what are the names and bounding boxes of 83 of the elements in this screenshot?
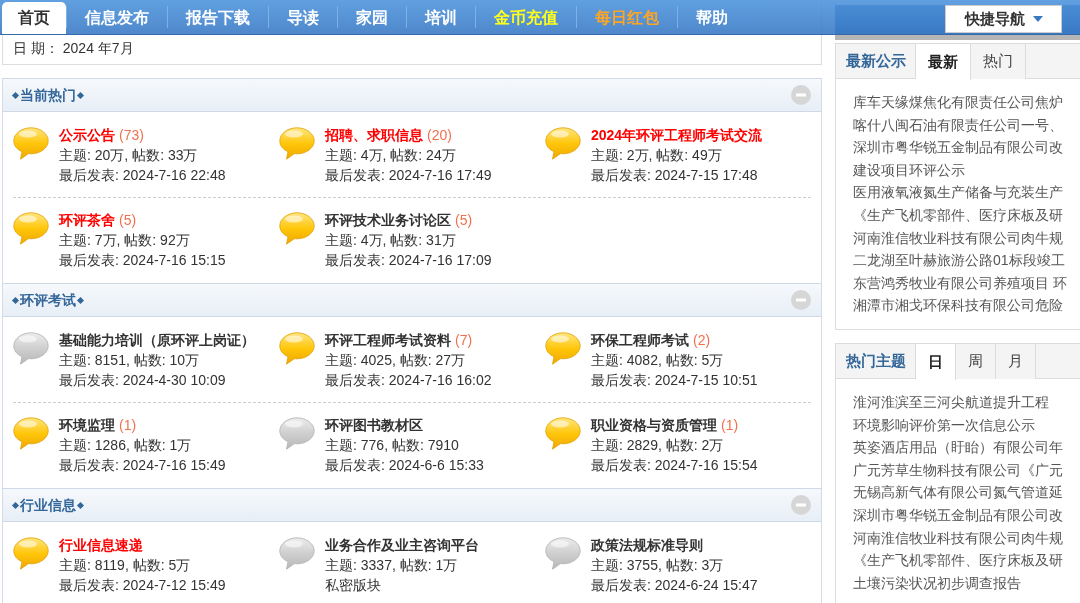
news-link[interactable]: 二龙湖至叶赫旅游公路01标段竣工: [853, 249, 1063, 272]
last-post-text: 最后发表: 2024-7-16 17:49: [325, 166, 492, 185]
forum-stats: 主题: 4025, 帖数: 27万: [325, 351, 467, 370]
news-link[interactable]: 《生产飞机零部件、医疗床板及研: [853, 203, 1063, 227]
new-post-count: (5): [455, 211, 473, 230]
forum-stats: 主题: 20万, 帖数: 33万: [59, 146, 199, 165]
panel-tab[interactable]: 月: [996, 343, 1036, 379]
last-post-text: 私密版块: [325, 576, 382, 595]
date-text: 日 期： 2024 年7月: [13, 40, 134, 56]
news-link[interactable]: 《生产飞机零部件、医疗床板及研: [853, 549, 1063, 572]
section-title: 环评考试: [20, 290, 76, 310]
collapse-icon[interactable]: [791, 85, 811, 105]
quick-nav-button[interactable]: 快捷导航: [945, 5, 1062, 33]
forum-stats: 主题: 8151, 帖数: 10万: [59, 351, 201, 370]
forum-link[interactable]: 环保工程师考试: [591, 330, 689, 350]
panel-tab[interactable]: 周: [956, 343, 996, 379]
forum-stats: 主题: 7万, 帖数: 92万: [59, 231, 191, 250]
forum-link[interactable]: 行业信息速递: [59, 535, 143, 555]
news-link[interactable]: 医用液氧液氮生产储备与充装生产: [853, 181, 1063, 204]
last-post-text: 最后发表: 2024-6-6 15:33: [325, 456, 484, 475]
forum-stats: 主题: 4万, 帖数: 24万: [325, 146, 457, 165]
forum-link[interactable]: 招聘、求职信息: [325, 125, 423, 145]
forum-link[interactable]: 基础能力培训（原环评上岗证）: [59, 330, 255, 350]
new-post-count: (7): [455, 331, 473, 350]
news-link[interactable]: 广元芳草生物科技有限公司《广元: [853, 458, 1063, 482]
last-post-text: 最后发表: 2024-7-15 17:48: [591, 166, 759, 185]
forum-link[interactable]: 环境监理: [59, 415, 115, 435]
forum-link[interactable]: 环评技术业务讨论区: [325, 210, 451, 230]
forum-link[interactable]: 环评图书教材区: [325, 415, 423, 435]
nav-tab[interactable]: 首页: [2, 2, 66, 34]
collapse-icon[interactable]: [791, 290, 811, 310]
news-link[interactable]: 河南淮信牧业科技有限公司肉牛规: [853, 226, 1063, 250]
last-post-text: 最后发表: 2024-7-16 17:09: [325, 251, 492, 270]
last-post-text: 最后发表: 2024-7-16 15:54: [591, 456, 758, 475]
news-link[interactable]: 环境影响评价第一次信息公示: [853, 413, 1063, 437]
forum-stats: 主题: 4082, 帖数: 5万: [591, 351, 725, 370]
last-post-text: 最后发表: 2024-7-12 15:49: [59, 576, 226, 595]
forum-link[interactable]: 环评工程师考试资料: [325, 330, 451, 350]
forum-stats: 主题: 776, 帖数: 7910: [325, 436, 460, 455]
panel-tab[interactable]: 热门: [971, 44, 1026, 79]
last-post-text: 最后发表: 2024-7-16 15:49: [59, 456, 226, 475]
last-post-text: 最后发表: 2024-7-15 10:51: [591, 371, 758, 390]
collapse-icon[interactable]: [791, 495, 811, 515]
forum-link[interactable]: 公示公告: [59, 125, 115, 145]
forum-link[interactable]: 2024年环评工程师考试交流: [591, 125, 763, 145]
new-post-count: (5): [119, 211, 137, 230]
news-link[interactable]: 建设项目环评公示: [853, 158, 1063, 182]
news-link[interactable]: 深圳市粤华锐五金制品有限公司改: [853, 503, 1063, 527]
forum-stats: 主题: 2万, 帖数: 49万: [591, 146, 723, 165]
news-link[interactable]: 无锡高新气体有限公司氮气管道延: [853, 481, 1063, 504]
news-link[interactable]: 库车天缘煤焦化有限责任公司焦炉: [853, 91, 1063, 114]
last-post-text: 最后发表: 2024-7-16 16:02: [325, 371, 492, 390]
last-post-text: 最后发表: 2024-6-24 15:47: [591, 576, 758, 595]
section-title: 行业信息: [20, 495, 76, 515]
forum-link[interactable]: 政策法规标准导则: [591, 535, 703, 555]
new-post-count: (1): [119, 416, 137, 435]
new-post-count: (20): [427, 126, 452, 145]
forum-link[interactable]: 环评茶舍: [59, 210, 115, 230]
panel-tab[interactable]: 最新: [916, 44, 971, 80]
forum-stats: 主题: 3337, 帖数: 1万: [325, 556, 459, 575]
panel-tab[interactable]: 日: [916, 343, 956, 380]
forum-link[interactable]: 职业资格与资质管理: [591, 415, 717, 435]
last-post-text: 最后发表: 2024-7-16 22:48: [59, 166, 226, 185]
news-link[interactable]: 河南淮信牧业科技有限公司肉牛规: [853, 526, 1063, 550]
new-post-count: (2): [693, 331, 711, 350]
news-link[interactable]: 淮河淮滨至三河尖航道提升工程: [853, 390, 1063, 414]
forum-link[interactable]: 业务合作及业主咨询平台: [325, 535, 479, 555]
forum-stats: 主题: 8119, 帖数: 5万: [59, 556, 192, 575]
new-post-count: (1): [721, 416, 739, 435]
news-link[interactable]: 英姿酒店用品（盱眙）有限公司年: [853, 436, 1063, 459]
caret-icon: [1032, 16, 1043, 22]
forum-stats: 主题: 3755, 帖数: 3万: [591, 556, 725, 575]
forum-stats: 主题: 4万, 帖数: 31万: [325, 231, 457, 250]
last-post-text: 最后发表: 2024-4-30 10:09: [59, 371, 227, 390]
section-title: 当前热门: [20, 85, 76, 105]
news-link[interactable]: 土壤污染状况初步调查报告: [853, 571, 1063, 595]
last-post-text: 最后发表: 2024-7-16 15:15: [59, 251, 226, 270]
forum-stats: 主题: 1286, 帖数: 1万: [59, 436, 193, 455]
forum-stats: 主题: 2829, 帖数: 2万: [591, 436, 725, 455]
news-link[interactable]: 深圳市粤华锐五金制品有限公司改: [853, 136, 1063, 159]
new-post-count: (73): [119, 126, 144, 145]
news-link[interactable]: 湘潭市湘戈环保科技有限公司危险: [853, 294, 1063, 317]
news-link[interactable]: 喀什八闽石油有限责任公司一号、: [853, 113, 1063, 137]
